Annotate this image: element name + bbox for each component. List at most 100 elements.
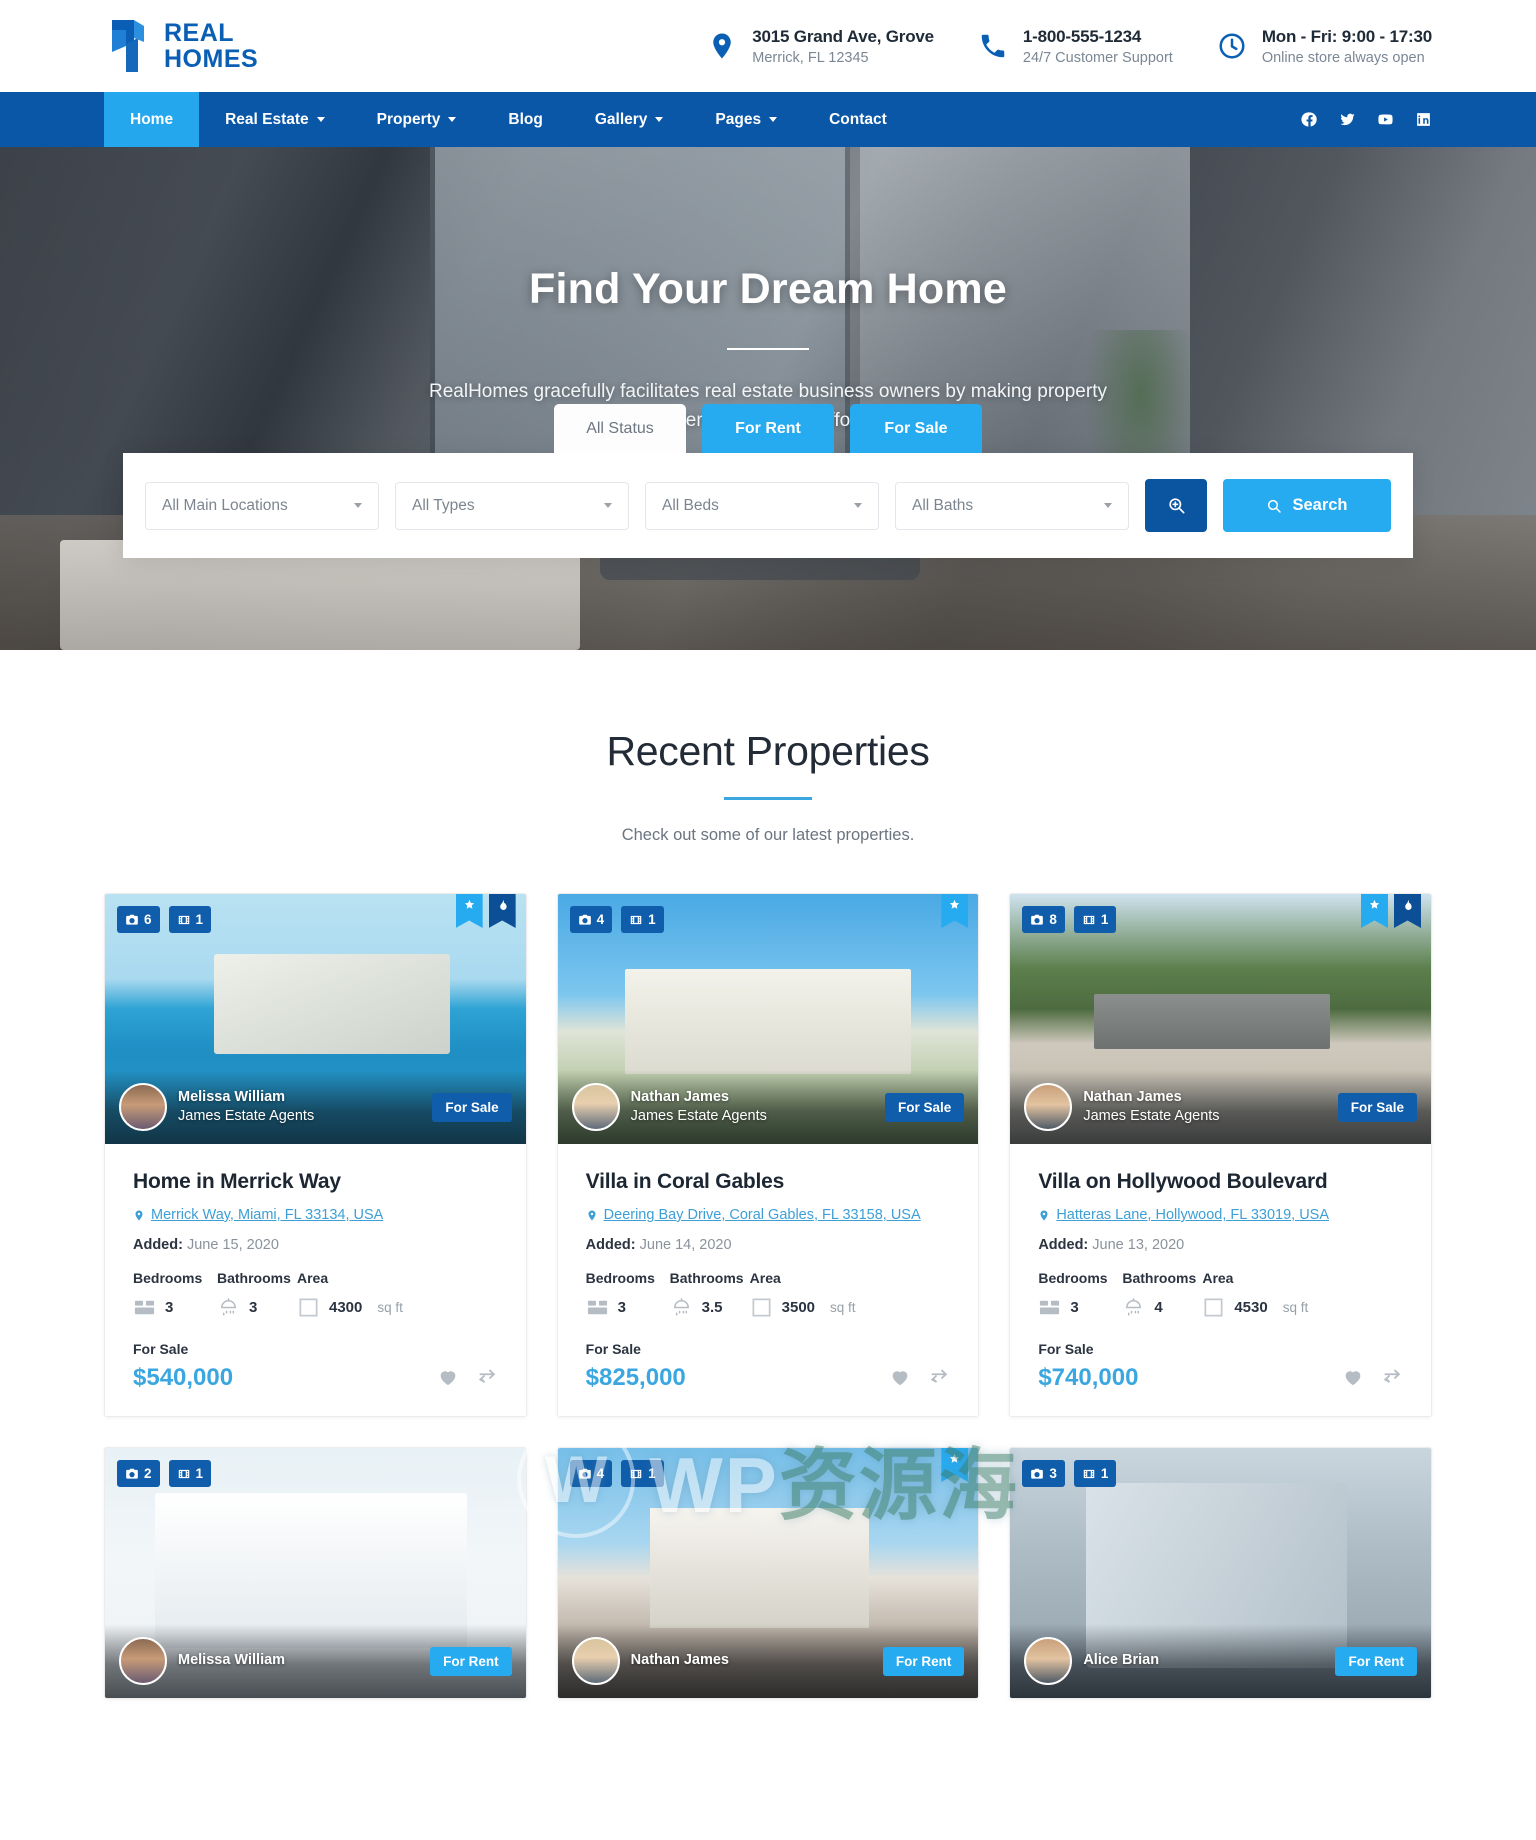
property-card[interactable]: 8 1 Nathan James James Estate Agents For… <box>1009 893 1432 1417</box>
value-bathrooms: 3.5 <box>701 1299 723 1316</box>
agent-name: Nathan James <box>1083 1088 1182 1105</box>
compare-icon[interactable] <box>476 1366 498 1388</box>
tab-all-status-label: All Status <box>586 419 654 437</box>
photo-count: 8 <box>1049 912 1057 927</box>
property-address-link[interactable]: Hatteras Lane, Hollywood, FL 33019, USA <box>1038 1207 1403 1223</box>
unit-area: sq ft <box>1282 1300 1309 1315</box>
video-icon <box>1083 915 1095 924</box>
property-media[interactable]: 4 1 Nat <box>557 1448 979 1698</box>
select-beds[interactable]: All Beds <box>645 481 879 530</box>
nav-item-contact[interactable]: Contact <box>803 92 913 147</box>
contact-address-title: 3015 Grand Ave, Grove <box>752 26 934 46</box>
youtube-icon[interactable] <box>1377 111 1394 128</box>
favorite-heart-icon[interactable] <box>1342 1366 1364 1388</box>
facebook-icon[interactable] <box>1301 111 1318 128</box>
avatar <box>1024 1637 1073 1685</box>
compare-icon[interactable] <box>928 1366 950 1388</box>
camera-icon <box>1031 914 1044 925</box>
avatar <box>119 1637 167 1685</box>
nav-item-pages[interactable]: Pages <box>689 92 803 147</box>
nav-item-property[interactable]: Property <box>351 92 483 147</box>
property-agent-bar: Nathan James For Rent <box>557 1624 979 1698</box>
chevron-down-icon <box>448 117 457 122</box>
tab-for-sale-label: For Sale <box>884 419 948 437</box>
property-ribbons <box>941 1448 969 1482</box>
featured-ribbon <box>941 1448 969 1482</box>
added-date: June 15, 2020 <box>186 1237 279 1253</box>
value-area: 3500 <box>781 1299 816 1316</box>
agent-name: Melissa William <box>178 1652 286 1669</box>
section-subtitle: Check out some of our latest properties. <box>621 826 915 844</box>
property-card[interactable]: 2 1 Melissa William For Rent <box>104 1447 527 1699</box>
main-navigation: Home Real Estate Property Blog Gallery P… <box>0 92 1536 147</box>
added-date: June 13, 2020 <box>1092 1237 1185 1253</box>
site-logo[interactable]: REAL HOMES <box>104 18 258 74</box>
select-type[interactable]: All Types <box>395 481 629 530</box>
value-bedrooms: 3 <box>1070 1299 1079 1316</box>
area-icon <box>299 1298 318 1317</box>
added-label: Added: <box>133 1237 183 1253</box>
nav-item-blog[interactable]: Blog <box>482 92 568 147</box>
property-agent-bar: Melissa William For Rent <box>105 1624 526 1698</box>
spec-headers: Bedrooms Bathrooms Area <box>133 1270 498 1286</box>
property-media[interactable]: 8 1 Nathan James James Estate Agents For… <box>1010 894 1431 1144</box>
property-card[interactable]: 4 1 Nat <box>556 1447 980 1699</box>
status-badge: For Rent <box>1335 1646 1417 1676</box>
label-area: Area <box>1202 1270 1234 1286</box>
property-footer: For Sale $825,000 <box>586 1341 951 1392</box>
status-badge: For Sale <box>1337 1092 1417 1122</box>
property-address: Hatteras Lane, Hollywood, FL 33019, USA <box>1056 1207 1330 1223</box>
property-card[interactable]: 4 1 Nat <box>556 893 980 1417</box>
property-ribbons <box>941 894 969 928</box>
value-bedrooms: 3 <box>165 1299 174 1316</box>
contact-address-sub: Merrick, FL 12345 <box>752 49 869 66</box>
tab-all-status[interactable]: All Status <box>554 404 686 453</box>
spec-values: 3 4 4530 sq ft <box>1038 1296 1403 1319</box>
tab-for-rent[interactable]: For Rent <box>702 404 834 453</box>
property-address-link[interactable]: Deering Bay Drive, Coral Gables, FL 3315… <box>586 1207 951 1223</box>
favorite-heart-icon[interactable] <box>437 1366 459 1388</box>
select-main-location[interactable]: All Main Locations <box>145 481 379 530</box>
property-media[interactable]: 3 1 Alice Brian For Rent <box>1010 1448 1431 1698</box>
contact-phone-title: 1-800-555-1234 <box>1022 26 1142 46</box>
property-details: Villa in Coral Gables Deering Bay Drive,… <box>558 1144 979 1416</box>
property-media[interactable]: 4 1 Nat <box>557 894 979 1144</box>
status-badge: For Sale <box>885 1092 965 1122</box>
property-agent-bar: Nathan James James Estate Agents For Sal… <box>557 1070 979 1144</box>
search-button[interactable]: Search <box>1223 479 1391 532</box>
property-media[interactable]: 6 1 Melissa William James Estate Agents … <box>105 894 526 1144</box>
video-count: 1 <box>195 1466 204 1481</box>
property-price: $740,000 <box>1038 1364 1139 1391</box>
video-count-badge: 1 <box>621 1460 664 1487</box>
nav-item-home[interactable]: Home <box>104 92 200 147</box>
property-card[interactable]: 3 1 Alice Brian For Rent <box>1009 1447 1432 1699</box>
agent-agency: James Estate Agents <box>178 1108 315 1124</box>
map-pin-icon <box>1040 1210 1048 1220</box>
property-details: Home in Merrick Way Merrick Way, Miami, … <box>105 1144 526 1416</box>
nav-item-gallery[interactable]: Gallery <box>569 92 690 147</box>
property-added: Added: June 15, 2020 <box>133 1237 498 1253</box>
select-baths[interactable]: All Baths <box>895 481 1129 530</box>
search-icon <box>1268 499 1282 513</box>
nav-label-pages: Pages <box>715 110 762 128</box>
tab-for-sale[interactable]: For Sale <box>850 404 982 453</box>
linkedin-icon[interactable] <box>1415 111 1432 128</box>
nav-item-real-estate[interactable]: Real Estate <box>199 92 351 147</box>
property-card[interactable]: 6 1 Melissa William James Estate Agents … <box>104 893 527 1417</box>
compare-icon[interactable] <box>1381 1366 1403 1388</box>
property-search-widget: All Status For Rent For Sale All Main Lo… <box>0 404 1536 558</box>
favorite-heart-icon[interactable] <box>889 1366 911 1388</box>
twitter-icon[interactable] <box>1339 111 1356 128</box>
shower-icon <box>673 1298 689 1316</box>
property-title[interactable]: Home in Merrick Way <box>133 1170 498 1194</box>
media-count-badges: 4 1 <box>569 1460 664 1487</box>
property-title[interactable]: Villa on Hollywood Boulevard <box>1038 1170 1403 1194</box>
chevron-down-icon <box>316 117 325 122</box>
property-details: Villa on Hollywood Boulevard Hatteras La… <box>1010 1144 1431 1416</box>
advanced-search-button[interactable] <box>1145 479 1207 532</box>
property-media[interactable]: 2 1 Melissa William For Rent <box>105 1448 526 1698</box>
property-title[interactable]: Villa in Coral Gables <box>586 1170 951 1194</box>
hot-ribbon <box>488 894 516 928</box>
agent-info: Melissa William <box>178 1651 285 1670</box>
property-address-link[interactable]: Merrick Way, Miami, FL 33134, USA <box>133 1207 498 1223</box>
